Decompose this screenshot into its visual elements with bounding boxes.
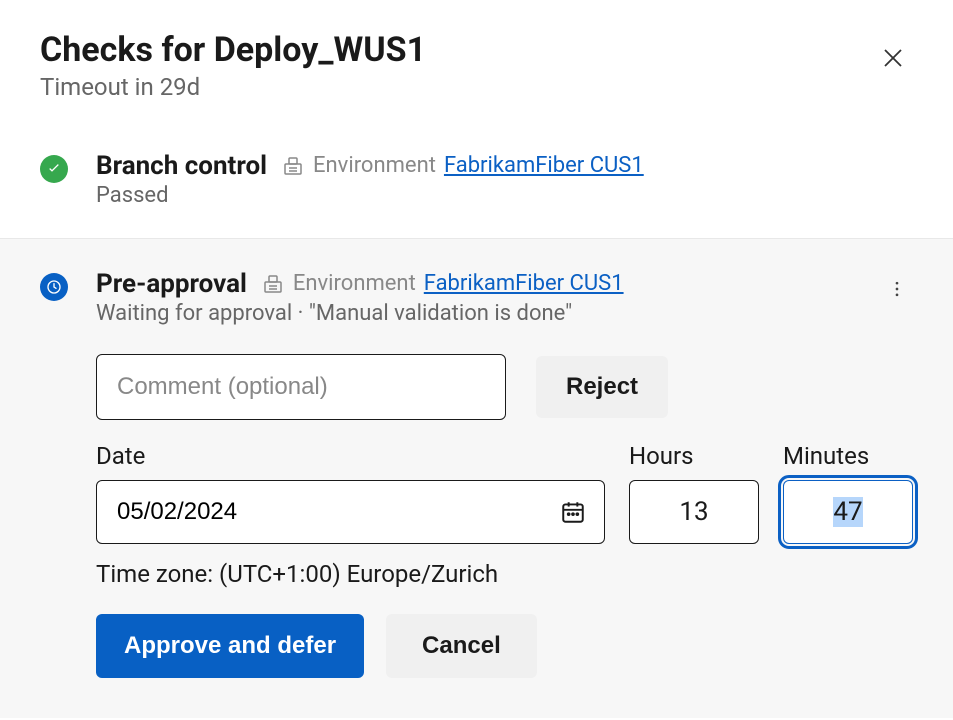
- environment-link[interactable]: FabrikamFiber CUS1: [444, 153, 644, 178]
- date-input[interactable]: [97, 481, 542, 543]
- hours-label: Hours: [629, 442, 759, 470]
- environment-link[interactable]: FabrikamFiber CUS1: [424, 271, 624, 296]
- more-vertical-icon: [887, 279, 907, 299]
- close-button[interactable]: [873, 38, 913, 81]
- check-item-branch-control: Branch control Environment FabrikamFiber…: [0, 151, 953, 238]
- minutes-input[interactable]: 47: [783, 480, 913, 544]
- comment-input[interactable]: [96, 354, 506, 420]
- calendar-icon: [560, 499, 586, 525]
- close-icon: [881, 46, 905, 70]
- timeout-subtitle: Timeout in 29d: [40, 73, 873, 101]
- dialog-header: Checks for Deploy_WUS1 Timeout in 29d: [40, 30, 913, 101]
- date-input-wrap: [96, 480, 605, 544]
- check-status: Passed: [96, 183, 913, 208]
- reject-button[interactable]: Reject: [536, 356, 668, 418]
- timezone-text: Time zone: (UTC+1:00) Europe/Zurich: [96, 560, 913, 588]
- page-title: Checks for Deploy_WUS1: [40, 30, 873, 71]
- status-success-icon: [40, 155, 68, 183]
- hours-input[interactable]: 13: [629, 480, 759, 544]
- more-options-button[interactable]: [881, 273, 913, 308]
- environment-label: Environment: [313, 153, 436, 178]
- minutes-label: Minutes: [783, 442, 913, 470]
- date-picker-button[interactable]: [542, 499, 604, 525]
- environment-icon: [261, 272, 285, 296]
- cancel-button[interactable]: Cancel: [386, 614, 537, 678]
- check-status: Waiting for approval · "Manual validatio…: [96, 301, 881, 326]
- environment-label: Environment: [293, 271, 416, 296]
- check-item-pre-approval: Pre-approval Environment FabrikamFiber C…: [0, 238, 953, 718]
- status-pending-icon: [40, 273, 68, 301]
- check-name: Pre-approval: [96, 269, 247, 299]
- environment-icon: [281, 154, 305, 178]
- date-label: Date: [96, 442, 605, 470]
- approve-and-defer-button[interactable]: Approve and defer: [96, 614, 364, 678]
- check-name: Branch control: [96, 151, 267, 181]
